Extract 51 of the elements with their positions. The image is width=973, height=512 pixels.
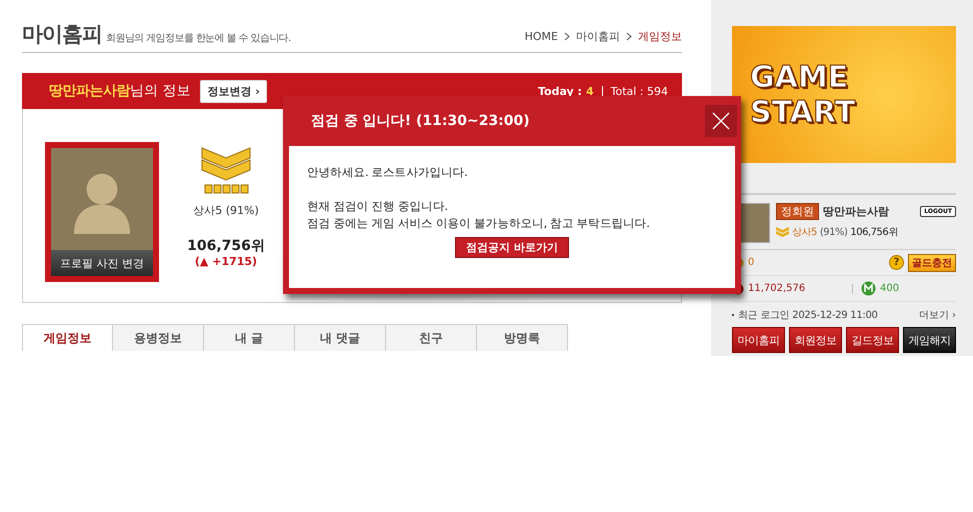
close-icon bbox=[712, 112, 730, 130]
dialog-greeting: 안녕하세요. 로스트사가입니다. bbox=[307, 164, 469, 181]
sidebar-button[interactable]: 길드정보 bbox=[846, 327, 899, 353]
sidebar-button[interactable]: 마이홈피 bbox=[732, 327, 785, 353]
divider-line bbox=[602, 86, 603, 96]
page-subtitle: 회원님의 게임정보를 한눈에 볼 수 있습니다. bbox=[106, 32, 291, 46]
breadcrumb-link[interactable]: 게임정보 bbox=[638, 29, 682, 44]
breadcrumb-link[interactable]: HOME bbox=[524, 30, 558, 43]
rank-percent: (91%) bbox=[820, 226, 848, 238]
today-label: Today : bbox=[538, 84, 582, 98]
member-badge: 정회원 bbox=[776, 203, 819, 220]
ranking: 106,756위 bbox=[850, 226, 898, 239]
ranking: 106,756위 bbox=[187, 237, 265, 255]
tab[interactable]: 내 댓글 bbox=[295, 324, 386, 351]
total-count: Total : 594 bbox=[610, 84, 668, 98]
chevron-icon bbox=[564, 32, 570, 41]
tab[interactable]: 친구 bbox=[386, 324, 477, 351]
rank-insignia-icon bbox=[200, 146, 252, 194]
notice-link-button[interactable]: 점검공지 바로가기 bbox=[455, 237, 569, 258]
rank-insignia-icon bbox=[776, 227, 789, 237]
help-button[interactable]: ? bbox=[889, 255, 904, 270]
sidebar-button[interactable]: 회원정보 bbox=[789, 327, 842, 353]
mileage-icon bbox=[861, 281, 876, 296]
tab[interactable]: 내 글 bbox=[204, 324, 295, 351]
info-label: 님의 정보 bbox=[130, 82, 190, 100]
currency-amount: 0 bbox=[748, 257, 754, 268]
today-count: 4 bbox=[586, 84, 594, 98]
mileage-amount: 400 bbox=[880, 283, 900, 294]
chevron-icon bbox=[626, 32, 632, 41]
close-button[interactable] bbox=[705, 105, 737, 137]
rank-change: (▲ +1715) bbox=[194, 255, 258, 268]
divider-line bbox=[852, 284, 853, 294]
edit-info-button[interactable]: 정보변경 › bbox=[200, 80, 267, 102]
tab[interactable]: 방명록 bbox=[477, 324, 568, 351]
sidebar-button[interactable]: 게임해지 bbox=[903, 327, 956, 353]
dialog-message: 현재 점검이 진행 중입니다. 점검 중에는 게임 서비스 이용이 불가능하오니, 참고 부탁드립니다. bbox=[307, 198, 650, 232]
page-title: 마이홈피 bbox=[22, 22, 102, 46]
tab[interactable]: 용병정보 bbox=[113, 324, 204, 351]
more-link[interactable]: 더보기 › bbox=[918, 308, 956, 322]
rank-name: 상사5 (91%) bbox=[193, 203, 259, 218]
breadcrumb-link[interactable]: 마이홈피 bbox=[576, 29, 620, 44]
user-name: 땅만파는사람 bbox=[49, 82, 130, 100]
last-login: 최근 로그인 2025-12-29 11:00 bbox=[738, 308, 878, 322]
dialog-title: 점검 중 입니다! (11:30~23:00) bbox=[311, 112, 530, 130]
points-amount: 11,702,576 bbox=[748, 283, 806, 294]
user-name: 땅만파는사람 bbox=[823, 204, 890, 219]
charge-button[interactable]: 골드충전 bbox=[908, 254, 956, 272]
avatar-placeholder bbox=[740, 203, 770, 243]
rank-name: 상사5 bbox=[792, 226, 817, 239]
change-photo-button[interactable]: 프로필 사진 변경 bbox=[51, 250, 153, 276]
tab[interactable]: 게임정보 bbox=[22, 324, 113, 351]
